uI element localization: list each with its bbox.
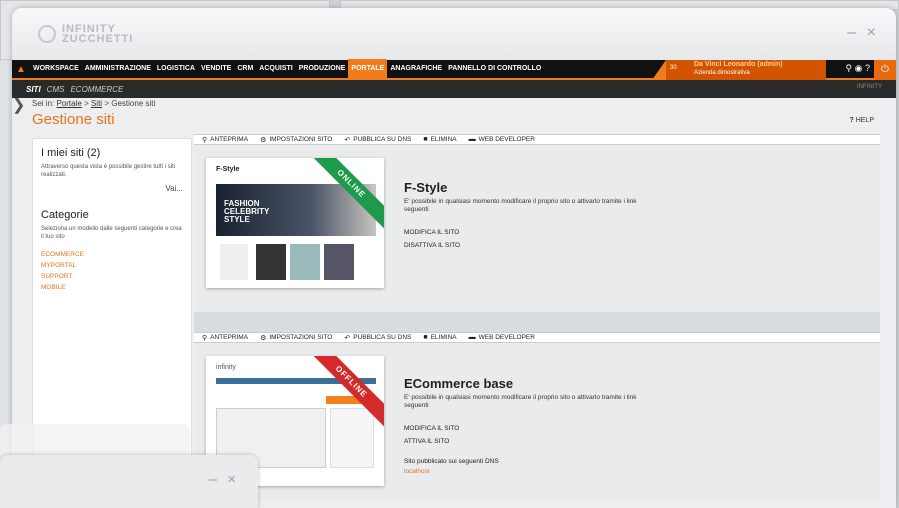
search-icon: ⚲ [202,136,208,144]
site-toolbar: ⚲ ANTEPRIMA ⚙ IMPOSTAZIONI SITO ↶ PUBBLICA … [194,332,880,343]
category-support[interactable]: SUPPORT [41,271,183,282]
categories-title: Categorie [41,209,89,221]
monitor-icon: ▬ [468,334,476,341]
my-sites-title: I miei siti (2) [41,147,101,159]
site-toolbar: ⚲ ANTEPRIMA ⚙ IMPOSTAZIONI SITO ↶ PUBBLICA … [194,134,880,145]
category-ecommerce[interactable]: ECOMMERCE [41,249,183,260]
breadcrumb-portale[interactable]: Portale [56,99,81,108]
delete-button[interactable]: ■ ELIMINA [423,136,456,143]
arrow-icon: ↶ [344,136,351,144]
site-card: ⚲ ANTEPRIMA ⚙ IMPOSTAZIONI SITO ↶ PUBBLICA … [194,332,880,500]
breadcrumb-current: Gestione siti [111,99,156,108]
edit-site-link[interactable]: MODIFICA IL SITO [404,422,654,435]
delete-button[interactable]: ■ ELIMINA [423,334,456,341]
gear-icon: ⚙ [260,136,267,144]
dns-link[interactable]: localhost [404,468,654,475]
publish-button[interactable]: ↶ PUBBLICA SU DNS [344,136,411,144]
edit-site-link[interactable]: MODIFICA IL SITO [404,226,654,239]
my-sites-text: Attraverso questa vista è possibile gest… [41,164,176,178]
category-mobile[interactable]: MOBILE [41,282,183,293]
toggle-site-link[interactable]: DISATTIVA IL SITO [404,239,654,252]
monitor-icon: ▬ [468,136,476,143]
arrow-icon: ↶ [344,334,351,342]
breadcrumb: Sei in: Portale > Siti > Gestione siti [32,99,156,108]
site-name: F-Style [404,180,448,195]
trash-icon: ■ [423,334,428,341]
preview-button[interactable]: ⚲ ANTEPRIMA [202,136,248,144]
trash-icon: ■ [423,136,428,143]
site-desc: E' possibile in qualsiasi momento modifi… [404,198,637,213]
divider [194,312,880,332]
search-icon: ⚲ [202,334,208,342]
settings-button[interactable]: ⚙ IMPOSTAZIONI SITO [260,136,332,144]
minimize-button[interactable]: – [209,471,217,488]
preview-button[interactable]: ⚲ ANTEPRIMA [202,334,248,342]
categories-text: Seleziona un modello dalle seguenti cate… [41,226,182,240]
publish-button[interactable]: ↶ PUBBLICA SU DNS [344,334,411,342]
chevron-right-icon[interactable]: ❯ [12,95,25,115]
thumb-brand: F-Style [216,166,240,173]
site-name: ECommerce base [404,376,514,391]
thumb-brand: infinity [216,364,236,371]
dns-text: Sito pubblicato sui seguenti DNS [404,458,499,465]
close-button[interactable]: × [227,471,236,488]
toggle-site-link[interactable]: ATTIVA IL SITO [404,435,654,448]
category-myportal[interactable]: MYPORTAL [41,260,183,271]
gear-icon: ⚙ [260,334,267,342]
thumb-hero-text: FASHION CELEBRITY STYLE [224,199,270,224]
page-title: Gestione siti [32,111,115,128]
site-card: ⚲ ANTEPRIMA ⚙ IMPOSTAZIONI SITO ↶ PUBBLICA … [194,134,880,312]
go-link[interactable]: Vai... [41,184,183,193]
breadcrumb-siti[interactable]: Siti [91,99,102,108]
help-link[interactable]: ? HELP [849,117,874,124]
minimized-window[interactable]: – × [0,455,258,508]
webdev-button[interactable]: ▬ WEB DEVELOPER [469,136,535,143]
settings-button[interactable]: ⚙ IMPOSTAZIONI SITO [260,334,332,342]
site-thumbnail[interactable]: F-Style FASHION CELEBRITY STYLE ONLINE [206,158,384,288]
site-desc: E' possibile in qualsiasi momento modifi… [404,394,637,409]
webdev-button[interactable]: ▬ WEB DEVELOPER [469,334,535,341]
